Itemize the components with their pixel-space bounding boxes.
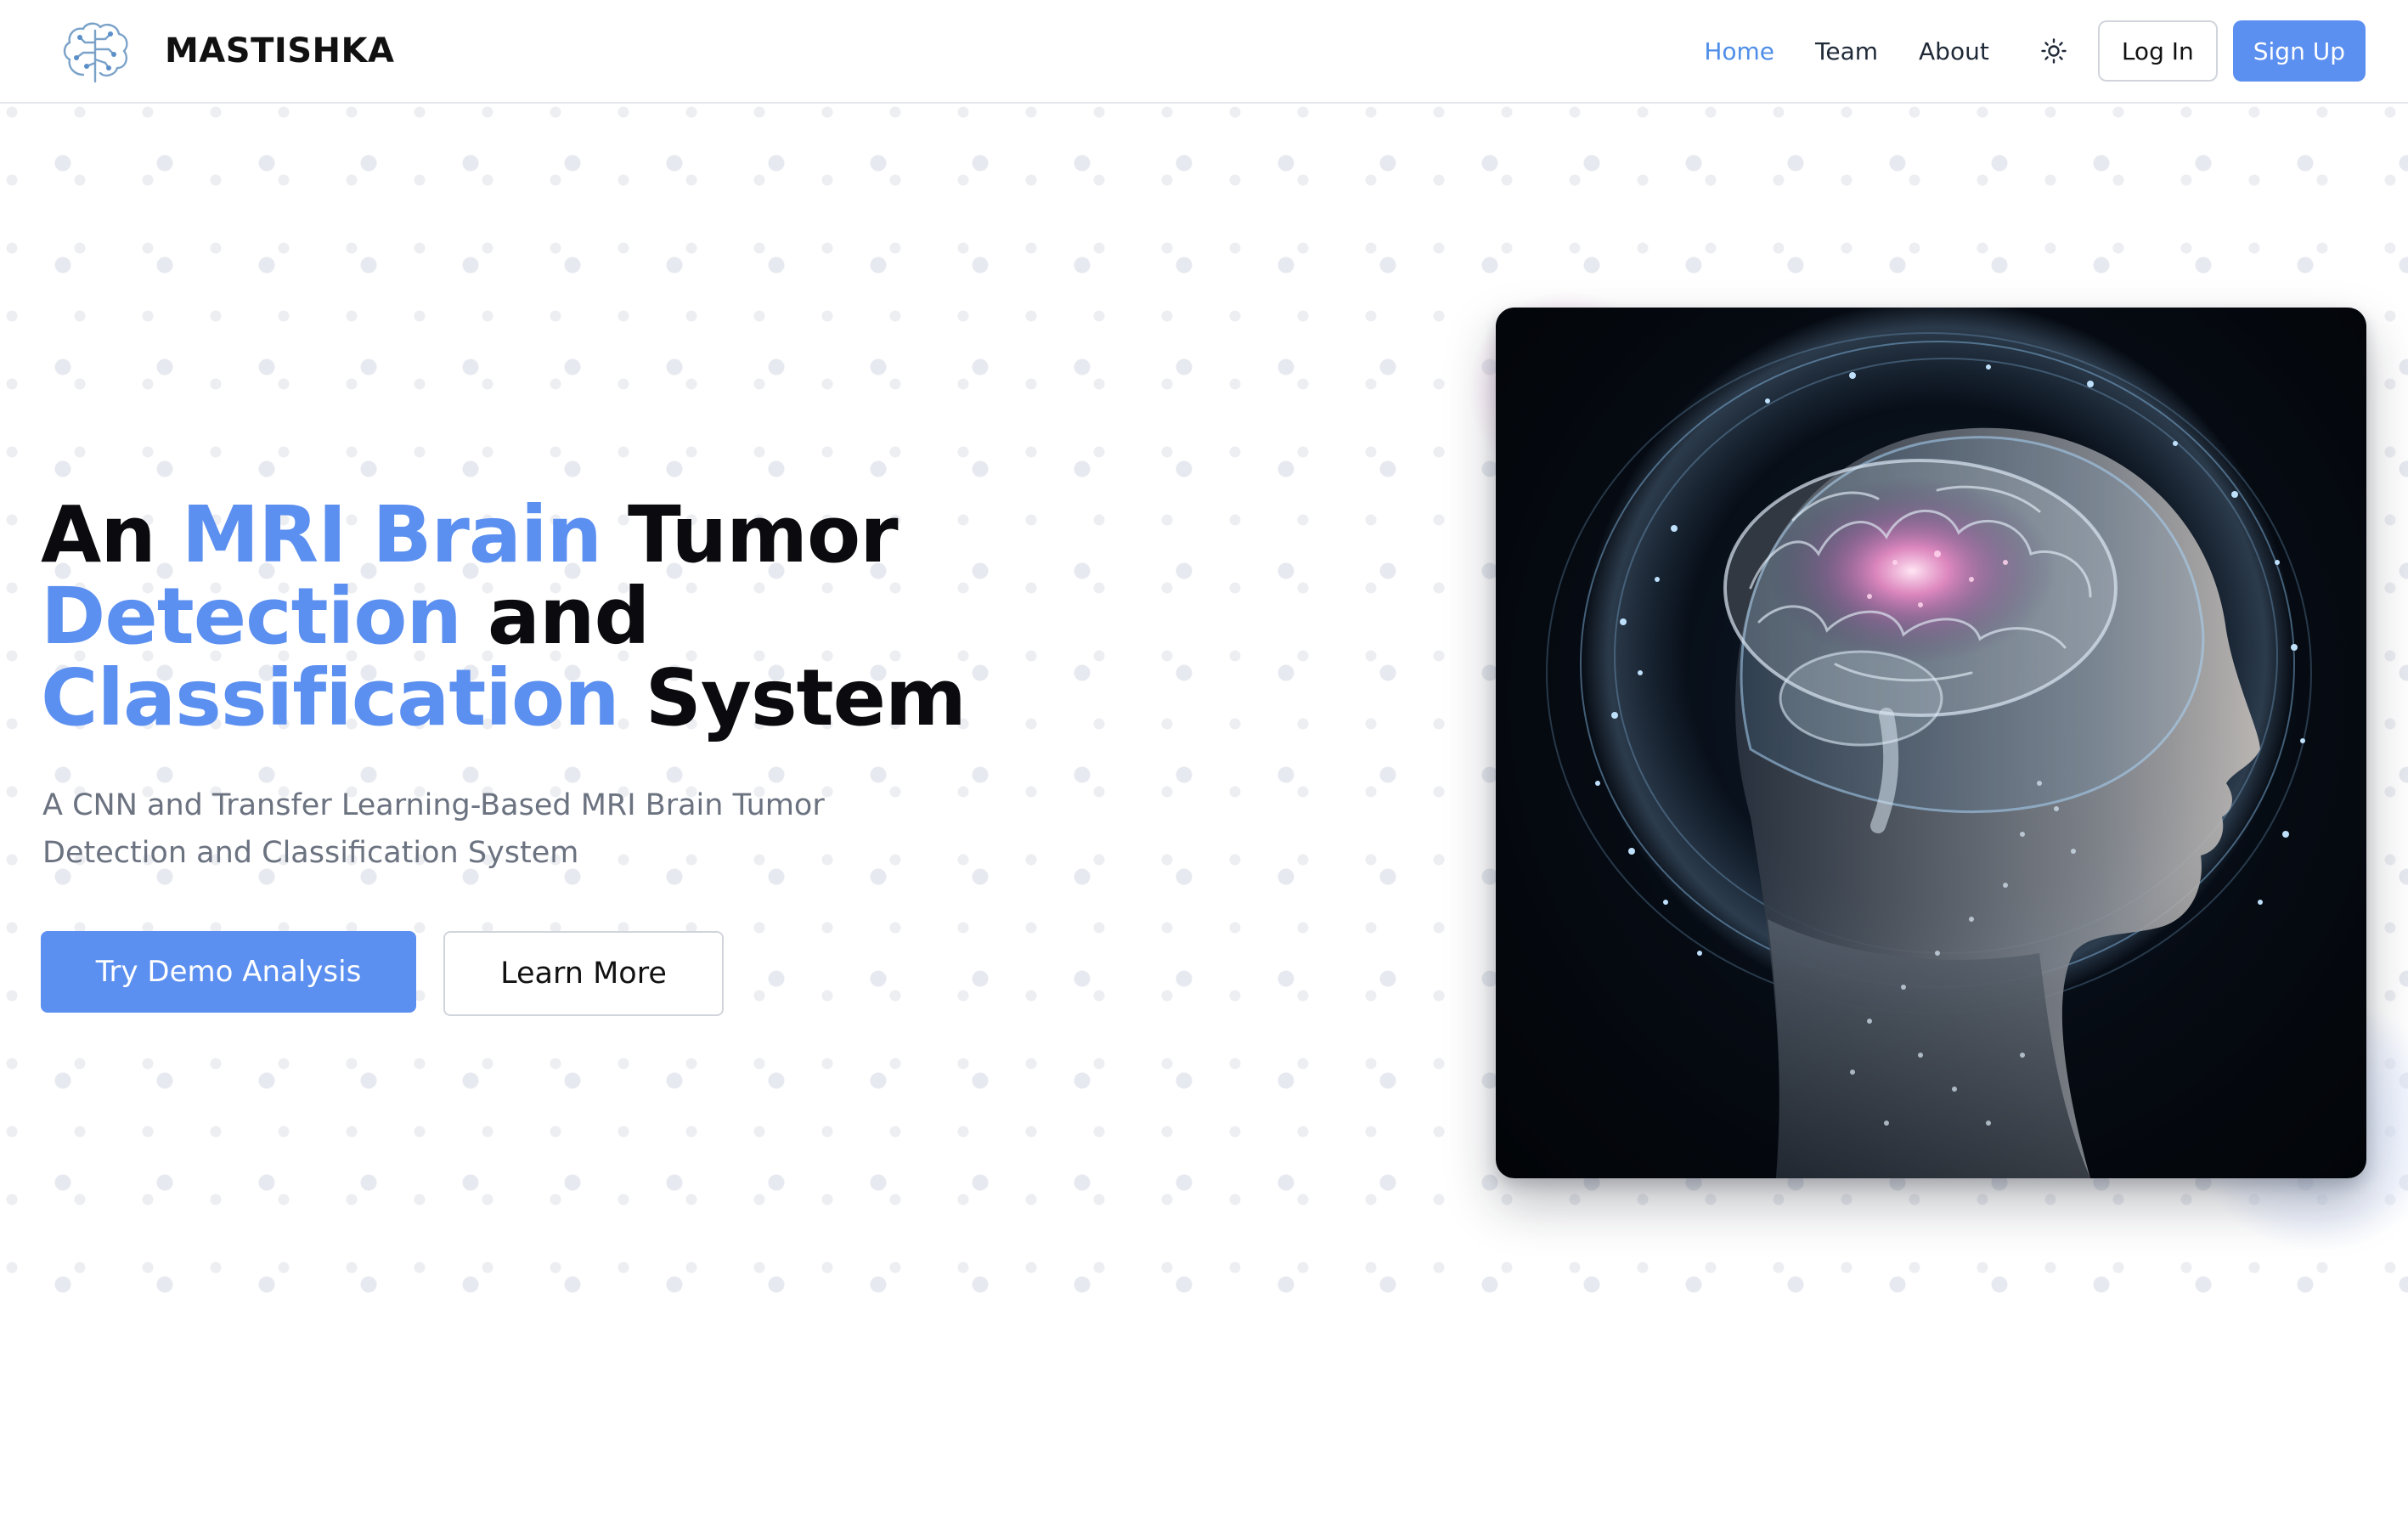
theme-toggle-button[interactable] [2028, 25, 2079, 76]
hero-brain-image [1496, 308, 2366, 1178]
brand[interactable]: MASTISHKA [58, 17, 394, 85]
glowing-brain-head-illustration [1546, 308, 2312, 1178]
learn-more-button[interactable]: Learn More [443, 931, 724, 1016]
headline-accent: MRI Brain [181, 489, 602, 580]
hero-subtitle: A CNN and Transfer Learning-Based MRI Br… [42, 788, 825, 870]
headline-accent: Detection [41, 571, 462, 662]
brand-name: MASTISHKA [165, 31, 395, 71]
nav-link-team[interactable]: Team [1815, 37, 1878, 65]
headline-text: and [460, 571, 650, 662]
brain-circuit-icon [63, 22, 128, 83]
headline-text: System [618, 652, 967, 743]
headline-text: Tumor [601, 489, 899, 580]
footer-spacer [0, 1304, 2408, 1409]
headline-accent: Classification [41, 652, 620, 743]
sun-icon [2041, 38, 2067, 64]
login-button[interactable]: Log In [2097, 20, 2218, 82]
hero-headline: An MRI Brain Tumor Detection and Classif… [41, 494, 1145, 739]
hero-section: An MRI Brain Tumor Detection and Classif… [0, 104, 2408, 1408]
navbar: MASTISHKA Home Team About Log In Sign Up [0, 0, 2408, 104]
signup-button[interactable]: Sign Up [2232, 20, 2366, 82]
headline-text: An [41, 489, 182, 580]
try-demo-button[interactable]: Try Demo Analysis [41, 931, 416, 1013]
nav-menu: Home Team About Log In Sign Up [1704, 20, 2366, 82]
nav-link-about[interactable]: About [1919, 37, 1989, 65]
nav-link-home[interactable]: Home [1704, 37, 1774, 65]
